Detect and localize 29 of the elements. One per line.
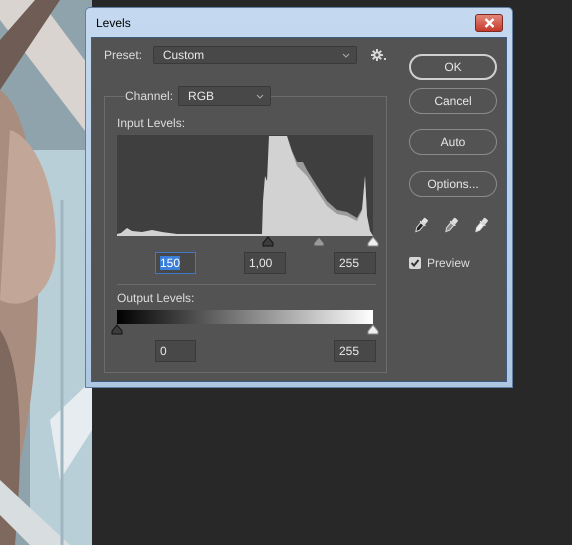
dialog-button[interactable]: Options... — [409, 171, 497, 197]
chevron-icon — [342, 52, 350, 58]
value-field[interactable]: 255 — [334, 340, 376, 362]
slider-handle[interactable] — [367, 236, 379, 247]
dialog-button[interactable]: Cancel — [409, 88, 497, 114]
slider-handle[interactable] — [111, 324, 123, 335]
checkbox[interactable] — [409, 257, 421, 269]
chevron-icon — [256, 94, 264, 98]
dialog-button[interactable]: Auto — [409, 129, 497, 155]
close-icon — [484, 18, 494, 28]
window-title: Levels — [96, 16, 131, 30]
value-field[interactable]: 1,00 — [244, 252, 286, 274]
preview-label: Preview — [427, 256, 470, 270]
value-field[interactable]: 255 — [334, 252, 376, 274]
eyedropper-icon[interactable] — [443, 217, 459, 234]
value-field[interactable]: 0 — [155, 340, 196, 362]
channel-dropdown[interactable]: RGB — [178, 86, 272, 106]
eyedropper-icon[interactable] — [473, 217, 489, 234]
close-button[interactable] — [475, 14, 503, 32]
slider-handle[interactable] — [367, 324, 379, 335]
preset-label: Preset: — [104, 48, 144, 62]
preset-dropdown[interactable]: Custom — [152, 46, 358, 64]
dialog-button[interactable]: OK — [409, 54, 497, 80]
value-field[interactable]: 150 — [155, 252, 196, 274]
gear-icon[interactable] — [371, 49, 387, 61]
input-levels-label: Input Levels: — [117, 116, 186, 130]
output-levels-label: Output Levels: — [117, 291, 196, 305]
channel-label: Channel: — [125, 89, 174, 103]
eyedropper-icon[interactable] — [413, 217, 429, 234]
